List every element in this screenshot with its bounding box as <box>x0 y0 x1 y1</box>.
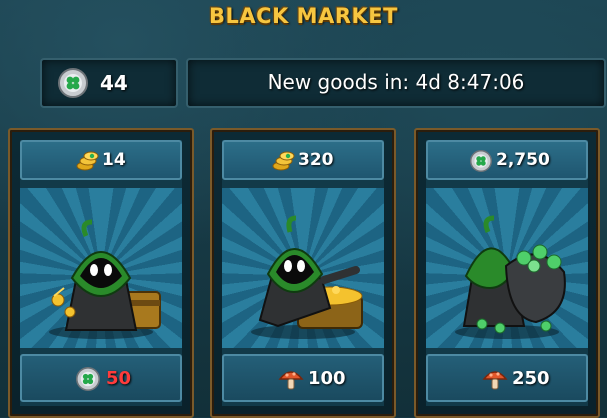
clover-coin-icon <box>76 367 100 395</box>
hooded-thief-with-treasure-chest-icon <box>238 200 368 340</box>
reward-amount-bar: 14 <box>20 140 182 180</box>
buy-button[interactable]: 250 <box>426 354 588 402</box>
reward-amount: 2,750 <box>496 150 550 170</box>
currency-balance: 44 <box>40 58 178 108</box>
clover-coin-icon <box>58 68 88 102</box>
currency-amount: 44 <box>100 71 128 95</box>
reward-amount: 14 <box>102 150 126 170</box>
hooded-thief-with-gold-icon <box>36 200 166 340</box>
reward-amount-bar: 320 <box>222 140 384 180</box>
page-title: BLACK MARKET <box>209 4 398 28</box>
cost-amount: 250 <box>512 368 550 389</box>
clover-coin-icon <box>470 150 492 176</box>
hooded-thief-with-clover-sack-icon <box>442 200 572 340</box>
shop-item-card-2[interactable]: 320 100 <box>210 128 396 418</box>
mushroom-icon <box>482 367 508 395</box>
buy-button[interactable]: 50 <box>20 354 182 402</box>
cost-amount: 100 <box>308 368 346 389</box>
shop-item-card-1[interactable]: 14 50 <box>8 128 194 418</box>
mushroom-icon <box>278 367 304 395</box>
reward-amount-bar: 2,750 <box>426 140 588 180</box>
cost-amount: 50 <box>106 368 132 389</box>
shop-item-card-3[interactable]: 2,750 250 <box>414 128 600 418</box>
restock-timer: New goods in: 4d 8:47:06 <box>186 58 606 108</box>
reward-amount: 320 <box>298 150 334 170</box>
card-inner: 320 100 <box>222 140 384 406</box>
card-inner: 2,750 250 <box>426 140 588 406</box>
buy-button[interactable]: 100 <box>222 354 384 402</box>
card-inner: 14 50 <box>20 140 182 406</box>
restock-timer-text: New goods in: 4d 8:47:06 <box>267 70 525 94</box>
gold-coins-icon <box>272 150 296 176</box>
gold-coins-icon <box>76 150 100 176</box>
